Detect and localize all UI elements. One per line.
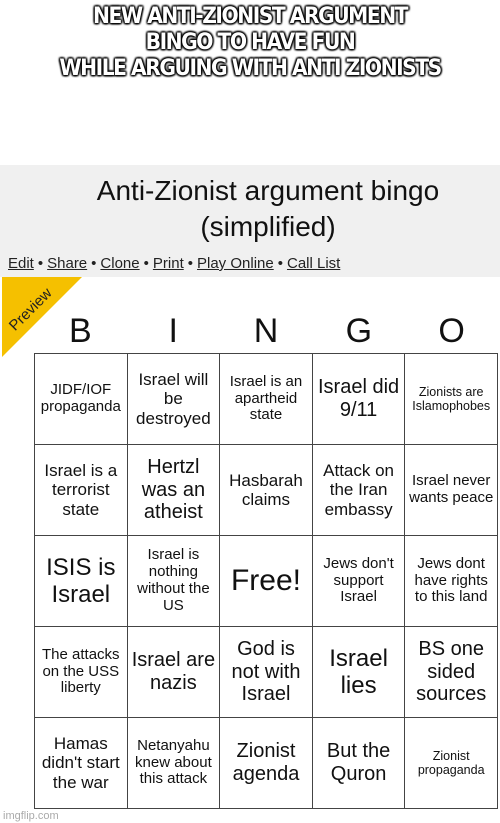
bingo-square[interactable]: God is not with Israel [219,626,313,718]
caption-line: BINGO TO HAVE FUN [145,30,356,55]
bingo-square[interactable]: Hamas didn't start the war [34,717,128,809]
bingo-square[interactable]: Jews dont have rights to this land [404,535,498,627]
bingo-square[interactable]: Zionists are Islamophobes [404,353,498,445]
grid-row: The attacks on the USS liberty Israel ar… [34,626,498,718]
bingo-square[interactable]: Jews don't support Israel [311,535,406,627]
header-letter: N [253,312,279,350]
bingo-square[interactable]: JIDF/IOF propaganda [34,353,128,445]
bingo-square[interactable]: Israel never wants peace [404,444,498,536]
grid-row: ISIS is Israel Israel is nothing without… [34,535,498,627]
bingo-screenshot: Anti-Zionist argument bingo (simplified)… [0,165,500,823]
meme-caption: NEW ANTI-ZIONIST ARGUMENT BINGO TO HAVE … [20,4,480,82]
play-online-link[interactable]: Play Online [197,255,274,272]
clone-link[interactable]: Clone [100,255,139,272]
bingo-square[interactable]: ISIS is Israel [34,535,128,627]
bingo-square[interactable]: Israel lies [311,626,406,718]
bingo-square[interactable]: The attacks on the USS liberty [34,626,128,718]
bingo-square[interactable]: Israel are nazis [126,626,221,718]
page-title: Anti-Zionist argument bingo (simplified) [96,175,440,242]
bingo-square[interactable]: Israel is nothing without the US [126,535,221,627]
call-list-link[interactable]: Call List [287,255,340,272]
bingo-card: Preview B I N G O JIDF/IOF propaganda Is… [0,277,500,823]
imgflip-watermark: imgflip.com [3,810,59,822]
header-letter: O [438,312,465,350]
bingo-square[interactable]: Netanyahu knew about this attack [126,717,221,809]
bingo-header: B I N G O [34,313,498,349]
share-link[interactable]: Share [47,255,87,272]
bingo-square[interactable]: Hasbarah claims [219,444,313,536]
bingo-square[interactable]: Israel did 9/11 [311,353,406,445]
print-link[interactable]: Print [153,255,184,272]
caption-line: WHILE ARGUING WITH ANTI ZIONISTS [59,56,442,81]
bingo-square[interactable]: But the Quron [311,717,406,809]
bingo-square[interactable]: Attack on the Iran embassy [311,444,406,536]
bingo-square[interactable]: Israel is a terrorist state [34,444,128,536]
grid-row: Hamas didn't start the war Netanyahu kne… [34,717,498,809]
bingo-square[interactable]: Israel will be destroyed [126,353,221,445]
bingo-square[interactable]: Zionist propaganda [404,717,498,809]
bingo-square[interactable]: Zionist agenda [219,717,313,809]
bingo-square[interactable]: BS one sided sources [404,626,498,718]
action-links: Edit • Share • Clone • Print • Play Online • Call … [8,255,341,272]
grid-row: JIDF/IOF propaganda Israel will be destr… [34,353,498,445]
header-letter: I [168,312,178,350]
bingo-square[interactable]: Hertzl was an atheist [126,444,221,536]
grid-row: Israel is a terrorist state Hertzl was a… [34,444,498,536]
header-letter: G [345,312,373,350]
free-square[interactable]: Free! [219,535,313,627]
edit-link[interactable]: Edit [8,255,34,272]
bingo-grid: JIDF/IOF propaganda Israel will be destr… [34,353,498,809]
caption-line: NEW ANTI-ZIONIST ARGUMENT [92,4,408,29]
header-letter: B [69,312,92,350]
bingo-square[interactable]: Israel is an apartheid state [219,353,313,445]
